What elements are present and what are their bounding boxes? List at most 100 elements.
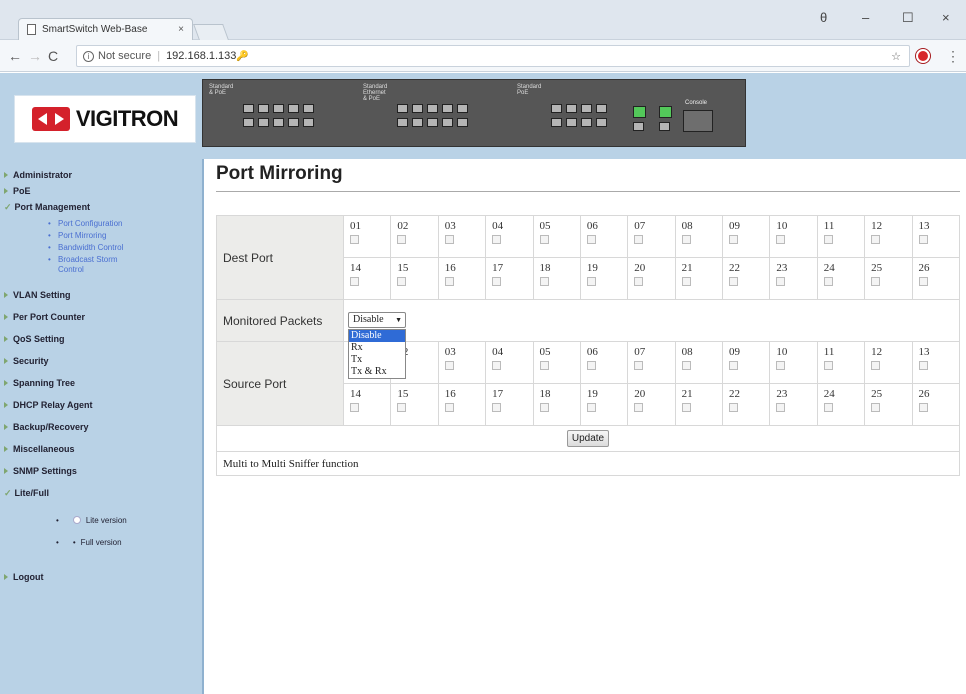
dest-port-checkbox[interactable]	[350, 277, 360, 286]
dropdown-option-tx-rx[interactable]: Tx & Rx	[349, 366, 405, 378]
dest-port-checkbox[interactable]	[444, 235, 454, 244]
source-port-checkbox[interactable]	[397, 403, 407, 412]
dest-port-checkbox[interactable]	[444, 277, 454, 286]
source-port-checkbox[interactable]	[539, 361, 549, 370]
dest-port-checkbox[interactable]	[634, 235, 644, 244]
dest-port-checkbox[interactable]	[823, 277, 833, 286]
source-port-checkbox[interactable]	[634, 403, 644, 412]
dest-port-checkbox[interactable]	[729, 235, 739, 244]
port-number: 04	[492, 346, 504, 358]
source-port-checkbox[interactable]	[492, 403, 502, 412]
dest-port-checkbox[interactable]	[397, 235, 407, 244]
forward-icon[interactable]: →	[28, 48, 42, 64]
sidebar-item-miscellaneous[interactable]: Miscellaneous	[0, 441, 202, 457]
dest-port-checkbox[interactable]	[539, 277, 549, 286]
dest-port-checkbox[interactable]	[492, 277, 502, 286]
sidebar-item-spanning-tree[interactable]: Spanning Tree	[0, 375, 202, 391]
source-port-checkbox[interactable]	[871, 361, 881, 370]
radio-icon[interactable]	[72, 516, 81, 524]
sidebar-item-backup-recovery[interactable]: Backup/Recovery	[0, 419, 202, 435]
switch-port	[412, 104, 423, 113]
source-port-checkbox[interactable]	[444, 403, 454, 412]
source-port-checkbox[interactable]	[823, 403, 833, 412]
dropdown-option-rx[interactable]: Rx	[349, 342, 405, 354]
sidebar-item-per-port-counter[interactable]: Per Port Counter	[0, 309, 202, 325]
source-port-checkbox[interactable]	[729, 361, 739, 370]
source-port-checkbox[interactable]	[681, 361, 691, 370]
dest-port-checkbox[interactable]	[871, 277, 881, 286]
lite-version-option[interactable]: • Lite version	[0, 511, 202, 529]
full-version-option[interactable]: • • Full version	[0, 533, 202, 551]
source-port-checkbox[interactable]	[539, 403, 549, 412]
dest-port-checkbox[interactable]	[586, 277, 596, 286]
key-icon[interactable]: 🔑	[236, 51, 248, 62]
sidebar-item-logout[interactable]: Logout	[0, 569, 202, 585]
info-icon[interactable]: i	[83, 50, 94, 62]
source-port-checkbox[interactable]	[918, 403, 928, 412]
maximize-icon[interactable]: ☐	[902, 10, 914, 26]
monitored-packets-select[interactable]: Disable ▼	[348, 312, 407, 328]
dest-port-checkbox[interactable]	[918, 277, 928, 286]
sidebar-item-dhcp-relay-agent[interactable]: DHCP Relay Agent	[0, 397, 202, 413]
url-input[interactable]: i Not secure | 192.168.1.133 🔑 ☆	[76, 45, 910, 67]
source-port-checkbox[interactable]	[492, 361, 502, 370]
source-port-checkbox[interactable]	[918, 361, 928, 370]
sidebar-item-lite-full[interactable]: ✓ Lite/Full	[0, 485, 202, 501]
dest-port-checkbox[interactable]	[586, 235, 596, 244]
tab-close-icon[interactable]: ×	[178, 24, 184, 35]
submenu-broadcast-storm-control[interactable]: Broadcast Storm Control	[48, 255, 138, 275]
source-port-checkbox[interactable]	[681, 403, 691, 412]
source-port-checkbox[interactable]	[634, 361, 644, 370]
source-port-cell: 06	[579, 341, 629, 384]
dest-port-checkbox[interactable]	[823, 235, 833, 244]
new-tab-button[interactable]	[193, 24, 229, 40]
dest-port-checkbox[interactable]	[397, 277, 407, 286]
close-window-icon[interactable]: ×	[942, 10, 950, 25]
sidebar-item-port-management[interactable]: ✓ Port Management	[0, 199, 202, 215]
browser-menu-icon[interactable]: ⋮	[946, 48, 960, 65]
dest-port-checkbox[interactable]	[681, 277, 691, 286]
extension-icon[interactable]	[916, 49, 930, 63]
source-port-checkbox[interactable]	[823, 361, 833, 370]
source-port-checkbox[interactable]	[729, 403, 739, 412]
submenu-bandwidth-control[interactable]: Bandwidth Control	[48, 243, 202, 253]
source-port-checkbox[interactable]	[776, 361, 786, 370]
dest-port-checkbox[interactable]	[871, 235, 881, 244]
dest-port-checkbox[interactable]	[681, 235, 691, 244]
source-port-checkbox[interactable]	[350, 403, 360, 412]
dest-port-checkbox[interactable]	[492, 235, 502, 244]
dest-port-checkbox[interactable]	[350, 235, 360, 244]
dropdown-option-disable[interactable]: Disable	[349, 330, 406, 342]
source-port-checkbox[interactable]	[586, 403, 596, 412]
back-icon[interactable]: ←	[8, 48, 22, 64]
submenu-port-mirroring[interactable]: Port Mirroring	[48, 231, 202, 241]
dest-port-checkbox[interactable]	[918, 235, 928, 244]
dest-port-checkbox[interactable]	[634, 277, 644, 286]
dest-port-checkbox[interactable]	[776, 277, 786, 286]
sidebar-item-vlan-setting[interactable]: VLAN Setting	[0, 287, 202, 303]
submenu-port-configuration[interactable]: Port Configuration	[48, 219, 202, 229]
switch-port	[303, 104, 314, 113]
reload-icon[interactable]: C	[48, 48, 58, 64]
source-port-checkbox[interactable]	[776, 403, 786, 412]
sidebar-item-snmp-settings[interactable]: SNMP Settings	[0, 463, 202, 479]
profile-icon[interactable]: θ	[820, 10, 827, 25]
dest-port-checkbox[interactable]	[776, 235, 786, 244]
source-port-cell: 21	[674, 383, 724, 426]
dropdown-option-tx[interactable]: Tx	[349, 354, 405, 366]
bookmark-star-icon[interactable]: ☆	[891, 50, 901, 63]
sidebar-item-security[interactable]: Security	[0, 353, 202, 369]
dest-port-checkbox[interactable]	[539, 235, 549, 244]
browser-tab[interactable]: SmartSwitch Web-Base ×	[18, 18, 193, 40]
update-button[interactable]: Update	[566, 430, 610, 447]
source-port-checkbox[interactable]	[444, 361, 454, 370]
arrow-icon	[4, 314, 8, 320]
minimize-icon[interactable]: –	[862, 10, 869, 25]
source-port-checkbox[interactable]	[871, 403, 881, 412]
sidebar-item-qos-setting[interactable]: QoS Setting	[0, 331, 202, 347]
dest-port-checkbox[interactable]	[729, 277, 739, 286]
group1-label: Standard & PoE	[209, 84, 234, 96]
sidebar-item-administrator[interactable]: Administrator	[0, 167, 202, 183]
source-port-checkbox[interactable]	[586, 361, 596, 370]
sidebar-item-poe[interactable]: PoE	[0, 183, 202, 199]
